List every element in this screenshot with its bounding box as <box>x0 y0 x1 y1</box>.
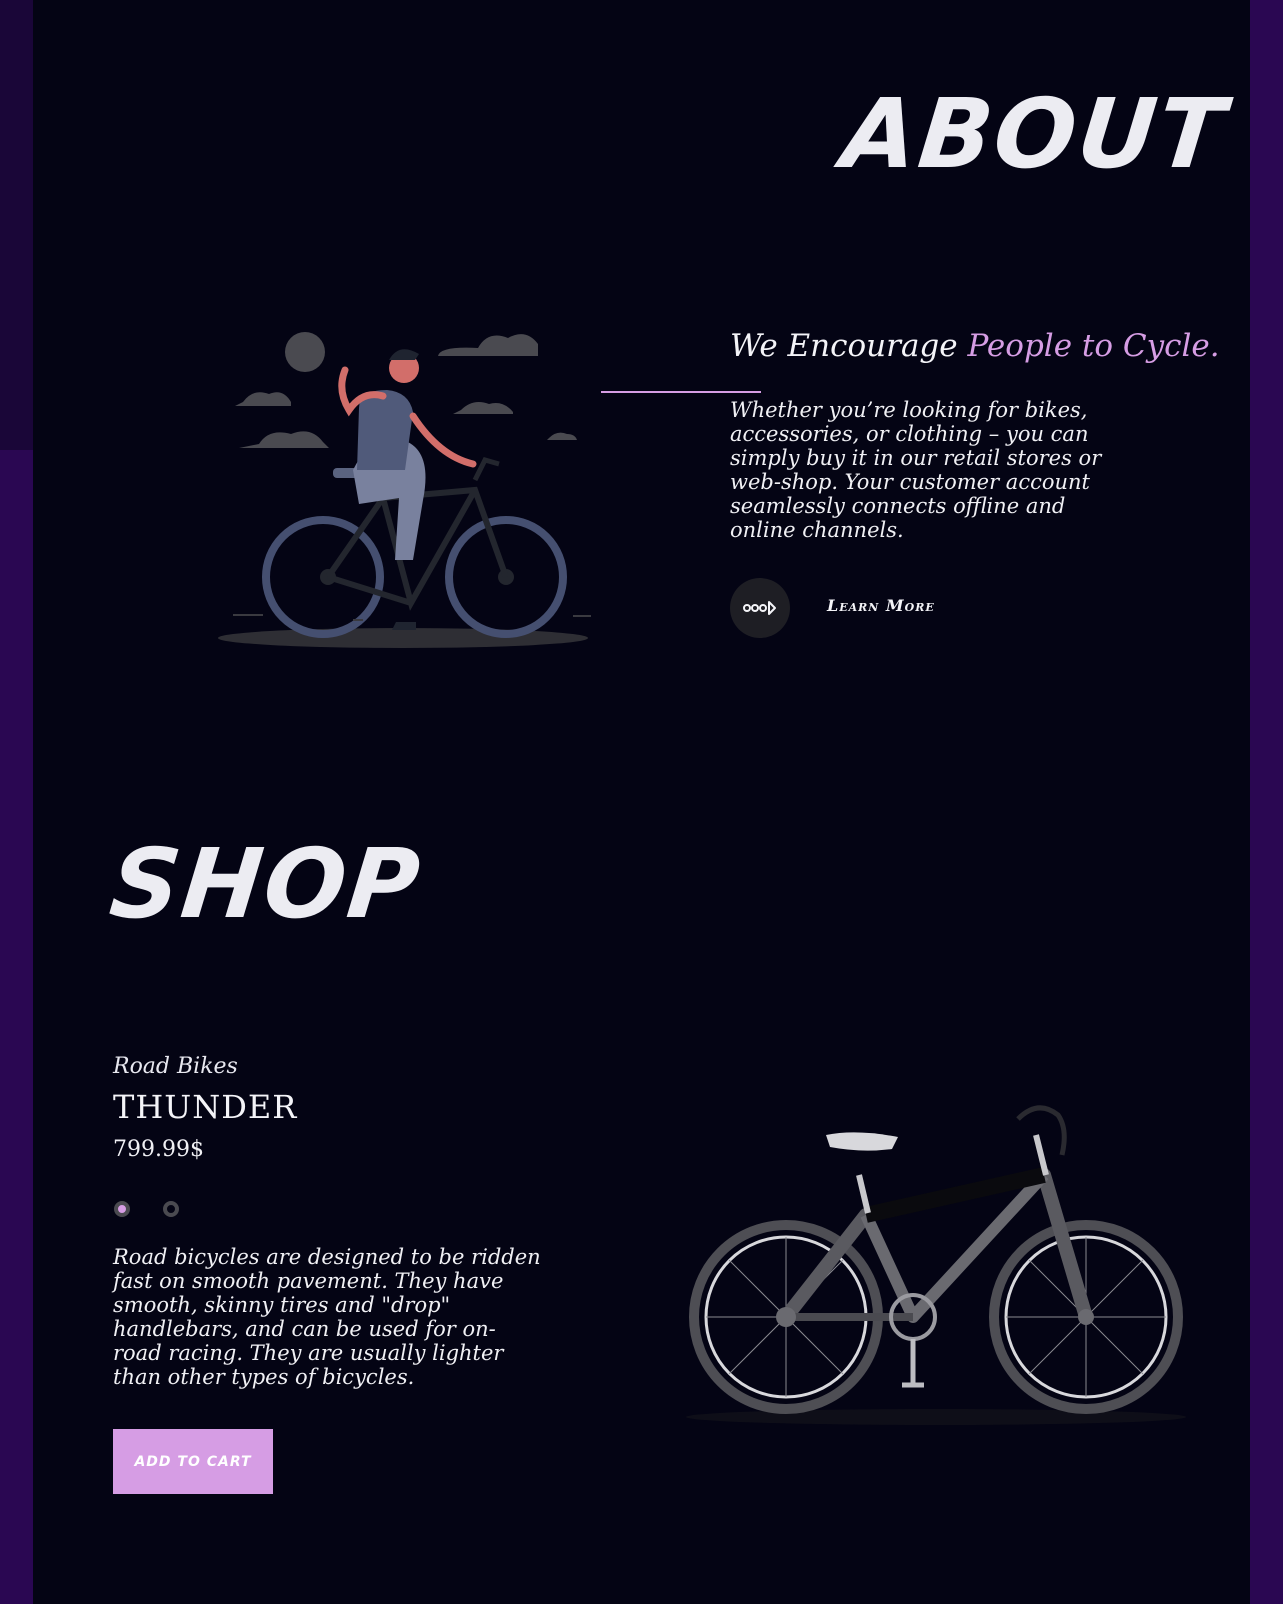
arrow-right-icon <box>743 601 776 615</box>
about-body: Whether you’re looking for bikes, access… <box>730 398 1102 542</box>
about-heading-plain: We Encourage <box>730 328 968 364</box>
shop-title: SHOP <box>105 828 427 940</box>
bicycle-image <box>686 1105 1186 1425</box>
about-divider <box>601 391 761 393</box>
about-title: ABOUT <box>837 78 1232 190</box>
add-to-cart-button[interactable]: ADD TO CART <box>113 1429 273 1494</box>
product-price: 799.99$ <box>113 1137 204 1162</box>
about-heading-accent: People to Cycle. <box>967 328 1220 364</box>
left-edge-strip-top <box>0 0 33 450</box>
cyclist-illustration <box>218 332 591 648</box>
about-heading: We Encourage People to Cycle. <box>730 328 1220 364</box>
right-edge-strip <box>1250 0 1283 1604</box>
product-name: THUNDER <box>113 1088 298 1126</box>
main-panel: ABOUT We Encourage People to Cycle. Whet… <box>33 0 1250 1604</box>
color-swatch-black[interactable] <box>163 1201 179 1217</box>
color-swatch-pink[interactable] <box>114 1201 130 1217</box>
learn-more-label[interactable]: Learn More <box>827 596 935 615</box>
learn-more-button[interactable] <box>730 578 790 638</box>
product-category: Road Bikes <box>113 1054 238 1079</box>
product-description: Road bicycles are designed to be ridden … <box>113 1245 541 1389</box>
